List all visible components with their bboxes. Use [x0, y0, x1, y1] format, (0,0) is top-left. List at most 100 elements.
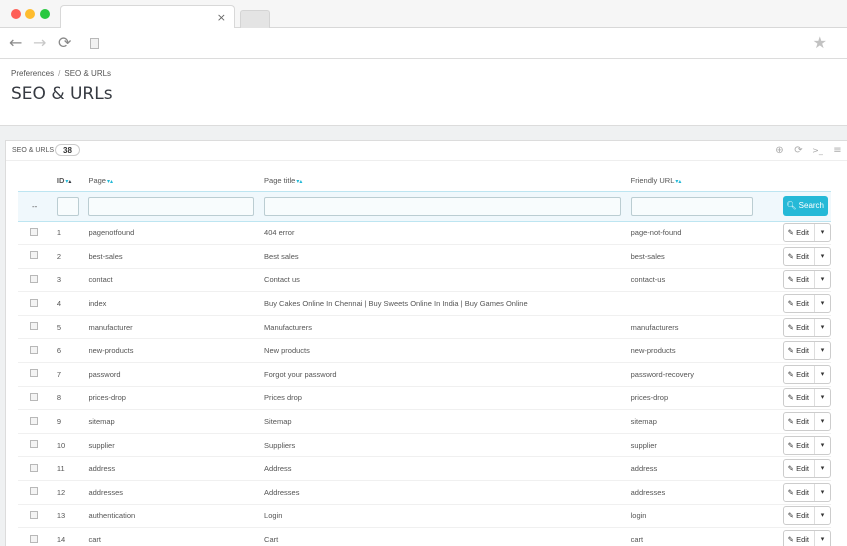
page-icon — [90, 38, 99, 49]
pencil-icon: ✎ — [787, 417, 794, 427]
filter-row: -- 🔍︎ Search — [18, 190, 831, 222]
edit-button-group: ✎ Edit ▾ — [782, 506, 831, 526]
chevron-down-icon[interactable]: ▾ — [815, 248, 830, 265]
edit-button-group: ✎ Edit ▾ — [782, 341, 831, 361]
pencil-icon: ✎ — [787, 251, 794, 261]
edit-button[interactable]: ✎ Edit — [784, 318, 815, 336]
table-row[interactable]: 5 manufacturer Manufacturers manufacturers ✎… — [18, 315, 831, 340]
edit-button[interactable]: ✎ Edit — [784, 224, 815, 242]
refresh-list-icon[interactable]: ⟳ — [792, 144, 805, 157]
table-row[interactable]: 2 best-sales Best sales best-sales ✎ Edit ▾ — [18, 244, 831, 269]
row-checkbox[interactable] — [30, 345, 38, 354]
page-title-filter-input[interactable] — [264, 196, 622, 216]
cell-friendly-url: login — [626, 504, 779, 529]
cell-friendly-url: sitemap — [626, 409, 779, 434]
table-row[interactable]: 7 password Forgot your password password-re… — [18, 362, 831, 387]
edit-button[interactable]: ✎ Edit — [784, 483, 815, 501]
add-new-icon[interactable]: ⊕ — [773, 144, 786, 157]
table-row[interactable]: 14 cart Cart cart ✎ Edit ▾ — [18, 527, 831, 546]
edit-button[interactable]: ✎ Edit — [784, 342, 815, 360]
edit-button[interactable]: ✎ Edit — [784, 460, 815, 478]
header-page-title[interactable]: Page title▾▴ — [260, 170, 627, 191]
sort-icon[interactable]: ▾▴ — [65, 179, 71, 185]
row-checkbox[interactable] — [30, 251, 38, 260]
row-checkbox[interactable] — [30, 440, 38, 449]
row-checkbox[interactable] — [30, 369, 38, 378]
chevron-down-icon[interactable]: ▾ — [815, 531, 830, 546]
row-checkbox[interactable] — [30, 487, 38, 496]
row-checkbox[interactable] — [30, 274, 38, 283]
breadcrumb-parent[interactable]: Preferences — [11, 69, 54, 78]
cell-id: 8 — [52, 386, 85, 411]
chevron-down-icon[interactable]: ▾ — [815, 271, 830, 288]
browser-tab-active[interactable]: × — [60, 5, 235, 29]
table-row[interactable]: 10 supplier Suppliers supplier ✎ Edit ▾ — [18, 433, 831, 458]
table-row[interactable]: 12 addresses Addresses addresses ✎ Edit ▾ — [18, 480, 831, 505]
table-row[interactable]: 9 sitemap Sitemap sitemap ✎ Edit ▾ — [18, 409, 831, 434]
edit-button[interactable]: ✎ Edit — [784, 271, 815, 289]
chevron-down-icon[interactable]: ▾ — [815, 366, 830, 383]
friendly-url-filter-input[interactable] — [630, 196, 753, 216]
maximize-window-button[interactable] — [40, 9, 50, 19]
edit-button[interactable]: ✎ Edit — [784, 436, 815, 454]
chevron-down-icon[interactable]: ▾ — [815, 295, 830, 312]
breadcrumb-separator: / — [58, 69, 61, 78]
edit-button[interactable]: ✎ Edit — [784, 365, 815, 383]
row-checkbox[interactable] — [30, 298, 38, 307]
chevron-down-icon[interactable]: ▾ — [815, 389, 830, 406]
row-checkbox[interactable] — [30, 534, 38, 543]
chevron-down-icon[interactable]: ▾ — [815, 342, 830, 359]
cell-friendly-url: prices-drop — [626, 386, 779, 411]
row-checkbox[interactable] — [30, 322, 38, 331]
close-tab-icon[interactable]: × — [217, 11, 226, 24]
table-row[interactable]: 11 address Address address ✎ Edit ▾ — [18, 456, 831, 482]
edit-button[interactable]: ✎ Edit — [784, 413, 815, 431]
row-checkbox[interactable] — [30, 463, 38, 472]
row-checkbox[interactable] — [30, 416, 38, 425]
id-filter-input[interactable] — [56, 196, 79, 216]
cell-id: 10 — [52, 433, 85, 458]
row-checkbox[interactable] — [30, 392, 38, 401]
forward-arrow-icon[interactable]: → — [33, 34, 46, 52]
table-row[interactable]: 8 prices-drop Prices drop prices-drop ✎ Edit… — [18, 386, 831, 411]
row-checkbox[interactable] — [30, 510, 38, 519]
table-row[interactable]: 4 index Buy Cakes Online In Chennai | Buy … — [18, 291, 831, 316]
sort-icon[interactable]: ▾▴ — [107, 179, 113, 185]
page-header: Preferences / SEO & URLs SEO & URLs — [0, 59, 847, 126]
chevron-down-icon[interactable]: ▾ — [815, 224, 830, 241]
close-window-button[interactable] — [11, 9, 21, 19]
header-id[interactable]: ID▾▴ — [53, 170, 85, 191]
sort-icon[interactable]: ▾▴ — [296, 179, 302, 185]
edit-button[interactable]: ✎ Edit — [784, 389, 815, 407]
table-row[interactable]: 6 new-products New products new-products ✎ E… — [18, 338, 831, 364]
edit-button[interactable]: ✎ Edit — [784, 247, 815, 265]
header-friendly-url[interactable]: Friendly URL▾▴ — [627, 170, 779, 191]
search-button[interactable]: 🔍︎ Search — [782, 196, 828, 216]
chevron-down-icon[interactable]: ▾ — [815, 319, 830, 336]
browser-tab-bar: × — [0, 0, 847, 29]
edit-button[interactable]: ✎ Edit — [784, 507, 815, 525]
page-filter-input[interactable] — [88, 196, 255, 216]
cell-friendly-url: manufacturers — [626, 315, 779, 340]
minimize-window-button[interactable] — [25, 9, 35, 19]
chevron-down-icon[interactable]: ▾ — [815, 507, 830, 524]
row-checkbox[interactable] — [30, 227, 38, 236]
table-row[interactable]: 3 contact Contact us contact-us ✎ Edit ▾ — [18, 268, 831, 293]
edit-button[interactable]: ✎ Edit — [784, 531, 815, 546]
chevron-down-icon[interactable]: ▾ — [815, 437, 830, 454]
chevron-down-icon[interactable]: ▾ — [815, 460, 830, 477]
chevron-down-icon[interactable]: ▾ — [815, 413, 830, 430]
table-row[interactable]: 13 authentication Login login ✎ Edit ▾ — [18, 504, 831, 529]
sort-icon[interactable]: ▾▴ — [675, 179, 681, 185]
back-arrow-icon[interactable]: ← — [9, 34, 22, 52]
sql-query-icon[interactable]: >_ — [811, 144, 824, 157]
new-tab-button[interactable] — [240, 10, 270, 28]
edit-button[interactable]: ✎ Edit — [784, 295, 815, 313]
export-database-icon[interactable]: ≡ — [831, 144, 844, 157]
chevron-down-icon[interactable]: ▾ — [815, 484, 830, 501]
reload-icon[interactable]: ⟳ — [58, 34, 71, 52]
header-page[interactable]: Page▾▴ — [84, 170, 260, 191]
cell-page-title: New products — [260, 338, 627, 364]
table-row[interactable]: 1 pagenotfound 404 error page-not-found ✎ Ed… — [18, 221, 831, 246]
bookmark-star-icon[interactable]: ★ — [813, 33, 827, 52]
